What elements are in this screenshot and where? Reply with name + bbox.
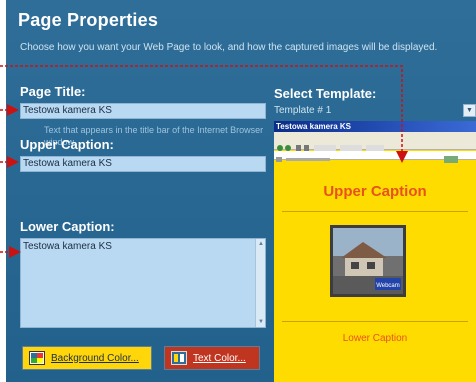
lower-caption-textarea[interactable]: Testowa kamera KS ▲ ▼ [20, 238, 266, 328]
preview-upper-caption: Upper Caption [323, 183, 427, 200]
template-selected-value: Template # 1 [274, 105, 332, 116]
dialog-title: Page Properties [18, 10, 159, 30]
scroll-down-arrow-icon[interactable]: ▼ [257, 318, 265, 326]
lower-caption-scrollbar[interactable]: ▲ ▼ [255, 239, 265, 327]
dropdown-arrow-icon[interactable]: ▼ [463, 104, 476, 117]
background-color-button[interactable]: Background Color... [22, 346, 152, 370]
select-template-label: Select Template: [274, 86, 377, 101]
template-select[interactable]: Template # 1 ▼ [274, 103, 476, 119]
dialog-subtitle: Choose how you want your Web Page to loo… [20, 42, 438, 53]
preview-browser-title: Testowa kamera KS [274, 121, 476, 132]
text-color-icon [171, 351, 187, 365]
lower-caption-label: Lower Caption: [20, 219, 115, 234]
page-title-label: Page Title: [20, 84, 86, 99]
background-color-label: Background Color... [51, 352, 139, 364]
preview-lower-caption: Lower Caption [342, 333, 408, 344]
text-color-button[interactable]: Text Color... [164, 346, 260, 370]
preview-photo-logo: Webcam [376, 283, 400, 289]
upper-caption-label: Upper Caption: [20, 137, 114, 152]
lower-caption-value: Testowa kamera KS [23, 241, 112, 252]
upper-caption-input[interactable]: Testowa kamera KS [20, 156, 266, 172]
preview-divider-bottom [282, 321, 468, 322]
preview-browser-menu [274, 132, 476, 140]
background-color-icon [29, 351, 45, 365]
page-title-input[interactable]: Testowa kamera KS [20, 103, 266, 119]
preview-address-bar [274, 151, 476, 163]
scroll-up-arrow-icon[interactable]: ▲ [257, 240, 265, 248]
preview-camera-image: Webcam [330, 225, 406, 297]
text-color-label: Text Color... [193, 352, 246, 364]
template-preview: Testowa kamera KS Upper Caption Webcam L… [274, 121, 476, 382]
preview-divider-top [282, 211, 468, 212]
preview-browser-toolbar [274, 140, 476, 151]
